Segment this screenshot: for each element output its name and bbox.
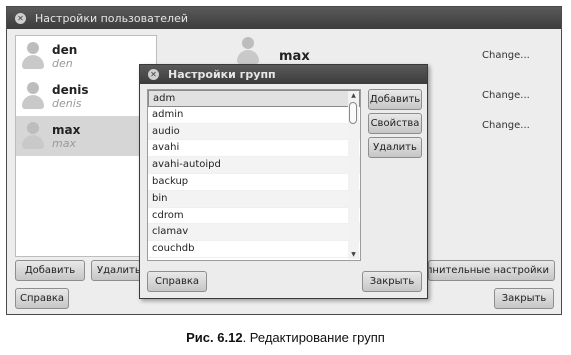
figure-number: Рис. 6.12 [186,330,243,345]
user-list: den den denis denis max max [15,35,157,257]
close-button[interactable]: Закрыть [494,288,554,309]
window-menu-icon[interactable]: ✕ [148,69,159,80]
user-name: den [52,42,78,57]
delete-group-button[interactable]: Удалить [368,137,422,158]
selected-user-name: max [279,49,310,64]
groups-dialog-titlebar: ✕ Настройки групп [140,65,427,84]
group-row[interactable]: avahi-autoipd [148,157,360,174]
scroll-up-arrow-icon[interactable]: ▲ [348,91,359,100]
groups-settings-dialog: ✕ Настройки групп adm admin audio avahi … [139,64,428,299]
groups-help-button[interactable]: Справка [147,271,207,292]
user-list-item[interactable]: denis denis [16,76,156,116]
user-list-item[interactable]: den den [16,36,156,76]
advanced-settings-button[interactable]: олнительные настройки [428,260,555,281]
group-row[interactable]: admin [148,107,360,124]
group-row[interactable]: backup [148,174,360,191]
user-avatar-icon [22,82,44,110]
group-row[interactable]: bin [148,190,360,208]
user-name: denis [52,82,89,97]
help-button[interactable]: Справка [15,288,69,309]
user-login: den [52,56,73,70]
groups-dialog-title: Настройки групп [168,68,276,81]
change-password-link[interactable]: Change... [482,120,530,131]
figure-caption: Рис. 6.12. Редактирование групп [0,330,571,345]
group-list-scrollbar[interactable]: ▲ ▼ [348,91,359,259]
change-account-type-link[interactable]: Change... [482,90,530,101]
selected-user-avatar-icon [237,37,259,65]
add-user-button[interactable]: Добавить [15,260,85,281]
user-avatar-icon [22,42,44,70]
group-row[interactable]: avahi [148,140,360,158]
user-name: max [52,122,81,137]
users-window-titlebar: ✕ Настройки пользователей [7,7,561,29]
group-row[interactable]: couchdb [148,241,360,258]
group-properties-button[interactable]: Свойства [368,113,422,134]
user-list-item-selected[interactable]: max max [16,116,156,156]
scroll-thumb[interactable] [349,102,357,124]
window-menu-icon[interactable]: ✕ [15,12,26,24]
user-avatar-icon [22,122,44,150]
group-row[interactable]: clamav [148,224,360,242]
figure-caption-text: . Редактирование групп [242,330,385,345]
group-row[interactable]: cdrom [148,208,360,225]
change-name-link[interactable]: Change... [482,50,530,61]
group-list: adm admin audio avahi avahi-autoipd back… [147,89,361,261]
group-row[interactable]: audio [148,123,360,141]
users-window-title: Настройки пользователей [35,11,188,25]
scroll-down-arrow-icon[interactable]: ▼ [348,250,359,259]
add-group-button[interactable]: Добавить [368,89,422,110]
group-row-selected[interactable]: adm [148,90,360,107]
user-login: denis [52,96,82,110]
groups-close-button[interactable]: Закрыть [362,271,422,292]
user-login: max [52,136,76,150]
